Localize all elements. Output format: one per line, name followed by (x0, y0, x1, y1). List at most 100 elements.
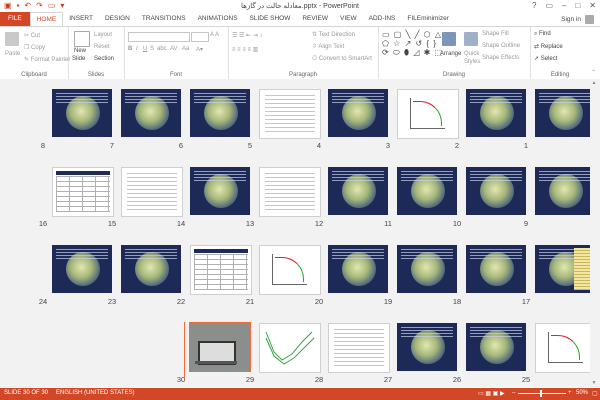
zoom-in-icon[interactable]: + (568, 390, 572, 396)
copy-button[interactable]: ❐ Copy (24, 44, 45, 51)
slide-thumbnail[interactable] (52, 167, 114, 217)
slide-thumbnail[interactable] (121, 245, 181, 293)
shapes-gallery[interactable]: ▭ ▢ ╲ ╱ ⬡ △ ⬠ ☆ ↗ ↺ { } ⟳ ⬭ ⬮ ◿ ✱ ⬚ (382, 30, 443, 58)
zoom-level[interactable]: 50% (576, 390, 588, 396)
shape-effects-button[interactable]: Shape Effects (482, 55, 519, 61)
help-icon[interactable]: ? (532, 1, 536, 10)
grow-font-icon[interactable]: A A (210, 32, 219, 38)
slide-thumbnail[interactable] (259, 245, 321, 295)
slide-thumbnail[interactable] (52, 245, 112, 293)
slide-thumbnail[interactable] (535, 245, 595, 293)
slide-thumbnail[interactable] (466, 167, 526, 215)
tab-fileminimizer[interactable]: FILEminimizer (401, 12, 455, 26)
slide-thumbnail[interactable] (121, 167, 183, 217)
slide-thumbnail[interactable] (259, 323, 321, 373)
tab-review[interactable]: REVIEW (296, 12, 334, 26)
slide-thumbnail[interactable] (535, 89, 595, 137)
close-icon[interactable]: ✕ (589, 1, 596, 10)
bold-button[interactable]: B (128, 46, 132, 52)
slide-thumbnail[interactable] (535, 323, 597, 373)
tab-file[interactable]: FILE (0, 12, 30, 26)
find-button[interactable]: ⌕ Find (534, 31, 551, 38)
zoom-slider-thumb[interactable] (540, 390, 542, 397)
slide-thumbnail[interactable] (121, 89, 181, 137)
paste-icon[interactable] (5, 32, 19, 46)
arrange-button[interactable]: Arrange (440, 51, 461, 57)
slide-thumbnail[interactable] (328, 245, 388, 293)
quick-styles-button[interactable]: Quick (464, 51, 479, 57)
avatar[interactable] (585, 15, 594, 24)
slide-thumbnail[interactable] (397, 89, 459, 139)
font-size-select[interactable] (191, 32, 209, 42)
scroll-down-icon[interactable]: ▼ (591, 380, 597, 386)
new-slide-icon[interactable] (74, 31, 90, 47)
new-slide-dropdown[interactable]: Slide (72, 56, 85, 62)
slide-thumbnail[interactable] (259, 167, 321, 217)
select-button[interactable]: ➚ Select (534, 55, 557, 62)
slide-thumbnail[interactable] (466, 323, 526, 371)
tab-insert[interactable]: INSERT (63, 12, 99, 26)
scroll-up-icon[interactable]: ▲ (591, 80, 597, 86)
tab-add-ins[interactable]: ADD-INS (363, 12, 402, 26)
tab-view[interactable]: VIEW (334, 12, 363, 26)
zoom-slider[interactable] (518, 393, 566, 394)
strikethrough-button[interactable]: S (150, 46, 154, 52)
slide-thumbnail[interactable] (190, 89, 250, 137)
quick-styles-icon[interactable] (464, 32, 478, 46)
minimize-icon[interactable]: – (562, 1, 566, 10)
ribbon-display-icon[interactable]: ▭ (545, 1, 553, 10)
collapse-ribbon-icon[interactable]: ⌃ (591, 69, 596, 76)
slide-thumbnail[interactable] (397, 245, 457, 293)
tab-slide-show[interactable]: SLIDE SHOW (244, 12, 297, 26)
convert-smartart-button[interactable]: ⎔ Convert to SmartArt (312, 55, 372, 62)
sign-in[interactable]: Sign in (561, 15, 594, 24)
slide-thumbnail[interactable] (52, 89, 112, 137)
quick-styles-dropdown[interactable]: Styles (464, 59, 480, 65)
zoom-out-icon[interactable]: – (512, 390, 515, 396)
tab-design[interactable]: DESIGN (99, 12, 136, 26)
text-direction-button[interactable]: ⇅ Text Direction (312, 31, 355, 38)
slide-thumbnail[interactable] (190, 167, 250, 215)
italic-button[interactable]: I (136, 46, 138, 52)
font-family-select[interactable] (128, 32, 190, 42)
slide-thumbnail[interactable] (190, 245, 252, 295)
sign-in-label[interactable]: Sign in (561, 16, 581, 23)
format-painter-button[interactable]: ✎ Format Painter (24, 56, 70, 63)
shape-fill-button[interactable]: Shape Fill (482, 31, 509, 37)
tab-home[interactable]: HOME (29, 12, 64, 26)
replace-button[interactable]: ⇄ Replace (534, 43, 563, 50)
layout-button[interactable]: Layout (94, 32, 112, 38)
shape-outline-button[interactable]: Shape Outline (482, 43, 520, 49)
slide-thumbnail[interactable] (466, 89, 526, 137)
cut-button[interactable]: ✂ Cut (24, 32, 40, 39)
paste-button[interactable]: Paste (5, 51, 20, 57)
slide-thumbnail[interactable] (189, 322, 251, 372)
slide-thumbnail[interactable] (535, 167, 595, 215)
align-text-button[interactable]: ⇳ Align Text (312, 43, 344, 50)
language-indicator[interactable]: ENGLISH (UNITED STATES) (56, 390, 134, 396)
slide-thumbnail[interactable] (466, 245, 526, 293)
slide-thumbnail[interactable] (328, 89, 388, 137)
slide-thumbnail[interactable] (328, 167, 388, 215)
underline-button[interactable]: U (143, 46, 147, 52)
slide-thumbnail[interactable] (328, 323, 390, 373)
slide-thumbnail[interactable] (259, 89, 321, 139)
bullets-icons[interactable]: ☰ ☰ ⇤ ⇥ ↕ (232, 32, 262, 39)
vertical-scrollbar[interactable]: ▲ ▼ (590, 80, 598, 386)
align-icons[interactable]: ≡ ≡ ≡ ≡ ▥ (232, 46, 258, 53)
change-case-button[interactable]: Aa (182, 46, 189, 52)
tab-transitions[interactable]: TRANSITIONS (136, 12, 192, 26)
slide-thumbnail[interactable] (397, 323, 457, 371)
reset-button[interactable]: Reset (94, 44, 110, 50)
section-button[interactable]: Section (94, 56, 114, 62)
font-color-icon[interactable]: A▾ (196, 46, 203, 53)
maximize-icon[interactable]: □ (575, 1, 580, 10)
view-icons[interactable]: ▭ ▦ ▣ ▶ (478, 390, 505, 397)
new-slide-button[interactable]: New (74, 48, 86, 54)
char-spacing-button[interactable]: AV (170, 46, 178, 52)
slide-thumbnail[interactable] (397, 167, 457, 215)
tab-animations[interactable]: ANIMATIONS (192, 12, 244, 26)
shadow-button[interactable]: abc (157, 46, 167, 52)
arrange-icon[interactable] (442, 32, 456, 46)
fit-slide-icon[interactable]: ▢ (592, 390, 598, 397)
